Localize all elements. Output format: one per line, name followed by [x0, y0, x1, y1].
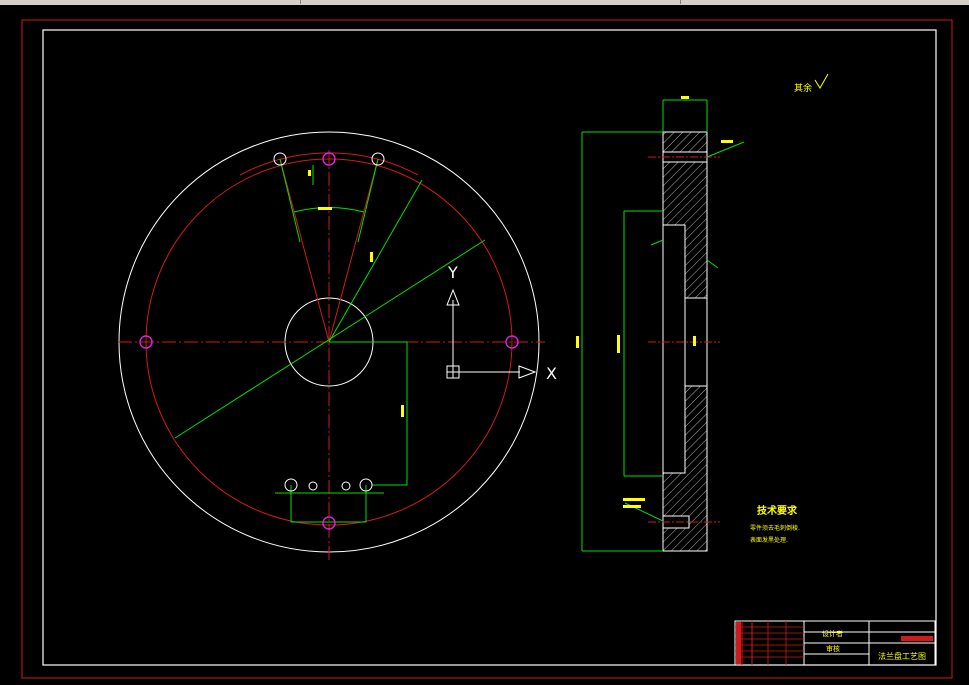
ucs-icon: [446, 288, 537, 379]
dimension-text-mark: [681, 96, 689, 99]
bottom-hole-2: [308, 481, 318, 491]
offset-dimension: [329, 341, 408, 486]
dimension-text-mark: [721, 140, 733, 143]
front-view: [118, 131, 545, 560]
dimension-text-mark: [401, 405, 404, 417]
angle-ext-right: [357, 158, 379, 243]
dimension-text-mark: [318, 207, 332, 210]
dimension-text-mark: [623, 505, 641, 508]
dimension-text-mark: [576, 336, 579, 348]
roughness-check-icon: [814, 73, 829, 89]
dimension-text-mark: [623, 498, 645, 501]
ucs-x-label: X: [546, 364, 557, 383]
dimension-text-mark: [370, 252, 373, 262]
tech-line-2: 表面发黑处理.: [750, 536, 788, 544]
section-recess: [662, 224, 686, 474]
title-block-review: 审核: [826, 644, 840, 653]
bottom-hole-3: [341, 481, 351, 491]
roughness-symbol: [650, 239, 664, 246]
titlebar-segment: [300, 0, 681, 4]
ray-right: [328, 158, 379, 343]
diameter-dimension: [174, 239, 486, 439]
section-block-top: [662, 131, 708, 153]
cad-drawing-canvas[interactable]: Y X 其余 技术要求 零件须去毛刺倒棱. 表面发黑处理. 设计者 审核 法兰盘…: [0, 5, 969, 685]
ray-left: [279, 158, 330, 343]
title-block-drawing-name: 法兰盘工艺图: [878, 651, 926, 661]
section-view: [576, 96, 745, 552]
roughness-symbol: [706, 259, 719, 269]
dimension-text-mark: [308, 170, 311, 176]
outer-frame: [21, 19, 953, 679]
title-block-designer: 设计者: [822, 629, 843, 638]
radius-dimension: [328, 179, 423, 343]
leader-line: [706, 141, 745, 158]
tech-line-1: 零件须去毛刺倒棱.: [750, 524, 800, 532]
roughness-note: 其余: [794, 82, 812, 94]
titlebar-segment: [0, 0, 301, 4]
dimension-text-mark: [617, 335, 620, 353]
angle-ext-left: [279, 158, 301, 243]
tech-title: 技术要求: [757, 504, 798, 517]
dimension-text-mark: [693, 336, 696, 346]
ucs-y-label: Y: [447, 263, 458, 282]
drawing-border: [42, 29, 937, 666]
